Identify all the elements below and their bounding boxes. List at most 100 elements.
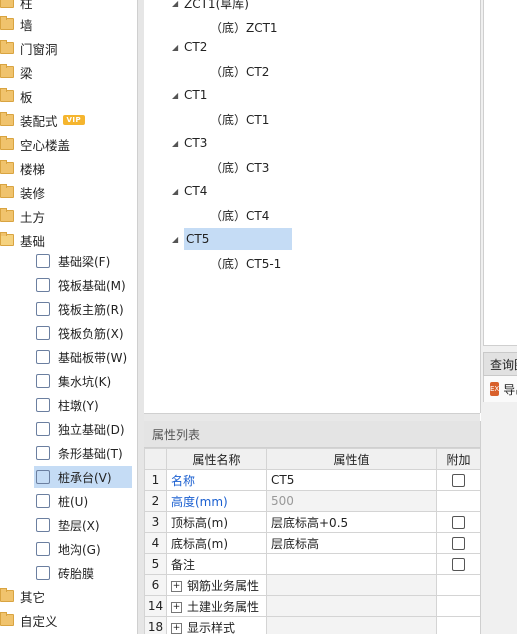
- foundation-item[interactable]: 柱墩(Y): [36, 394, 132, 416]
- expand-icon[interactable]: ◢: [172, 0, 184, 8]
- row-number: 5: [144, 553, 167, 575]
- pier-icon: [36, 398, 50, 412]
- nav-category-item[interactable]: 梁: [0, 62, 33, 82]
- property-value[interactable]: 500: [266, 490, 437, 512]
- property-row[interactable]: 14 + 土建业务属性: [144, 595, 480, 617]
- property-extra: [436, 574, 480, 596]
- nav-category-item[interactable]: 自定义: [0, 610, 58, 630]
- attach-checkbox[interactable]: [452, 516, 465, 529]
- foundation-item-label: 筏板基础(M): [58, 278, 126, 293]
- property-extra: [436, 553, 480, 575]
- folder-icon: [0, 0, 14, 8]
- tree-node[interactable]: ◢ CT4: [172, 180, 207, 202]
- isolated-footing-icon: [36, 422, 50, 436]
- property-name: 名称: [166, 469, 267, 491]
- nav-category-item[interactable]: 装修: [0, 182, 45, 202]
- property-row[interactable]: 4 底标高(m) 层底标高: [144, 532, 480, 554]
- expand-plus-icon[interactable]: +: [171, 580, 182, 592]
- property-value[interactable]: CT5: [266, 469, 437, 491]
- foundation-item-label: 桩(U): [58, 494, 89, 509]
- property-row[interactable]: 2 高度(mm) 500: [144, 490, 480, 512]
- foundation-item-label: 柱墩(Y): [58, 398, 99, 413]
- nav-category-item[interactable]: 板: [0, 86, 33, 106]
- tree-leaf[interactable]: （底）CT1: [210, 108, 269, 130]
- expand-plus-icon[interactable]: +: [171, 622, 182, 634]
- tree-node-label: CT2: [184, 40, 208, 54]
- property-value[interactable]: 层底标高: [266, 532, 437, 554]
- nav-splitter[interactable]: [137, 0, 144, 634]
- property-extra: [436, 469, 480, 491]
- property-row[interactable]: 3 顶标高(m) 层底标高+0.5: [144, 511, 480, 533]
- foundation-item[interactable]: 桩承台(V): [34, 466, 132, 488]
- property-row[interactable]: 18 + 显示样式: [144, 616, 480, 634]
- foundation-item[interactable]: 筏板负筋(X): [36, 322, 132, 344]
- excel-icon: EX: [490, 382, 500, 396]
- nav-category-item[interactable]: 装配式 VIP: [0, 110, 86, 130]
- property-panel-title: 属性列表: [144, 421, 480, 448]
- nav-category-item[interactable]: 墙: [0, 14, 33, 34]
- tree-leaf[interactable]: （底）ZCT1: [210, 16, 278, 38]
- property-row[interactable]: 1 名称 CT5: [144, 469, 480, 491]
- foundation-item[interactable]: 条形基础(T): [36, 442, 132, 464]
- property-row[interactable]: 6 + 钢筋业务属性: [144, 574, 480, 596]
- tree-node[interactable]: ◢ CT3: [172, 132, 207, 154]
- foundation-item-label: 地沟(G): [58, 542, 101, 557]
- expand-icon[interactable]: ◢: [172, 139, 184, 148]
- nav-category-item[interactable]: 空心楼盖: [0, 134, 70, 154]
- nav-category-item[interactable]: 柱: [0, 0, 33, 12]
- expand-icon[interactable]: ◢: [172, 187, 184, 196]
- group-label: 土建业务属性: [187, 599, 260, 614]
- property-value[interactable]: [266, 553, 437, 575]
- property-value[interactable]: [266, 616, 437, 634]
- attach-checkbox[interactable]: [452, 537, 465, 550]
- foundation-item[interactable]: 垫层(X): [36, 514, 132, 536]
- property-row[interactable]: 5 备注: [144, 553, 480, 575]
- nav-category-label: 柱: [20, 0, 33, 11]
- foundation-item[interactable]: 集水坑(K): [36, 370, 132, 392]
- nav-category-item[interactable]: 其它: [0, 586, 45, 606]
- beam-icon: [36, 254, 50, 268]
- attach-checkbox[interactable]: [452, 558, 465, 571]
- tree-leaf[interactable]: （底）CT2: [210, 60, 269, 82]
- strip-footing-icon: [36, 446, 50, 460]
- tree-leaf[interactable]: （底）CT5-1: [210, 252, 281, 274]
- attach-checkbox[interactable]: [452, 474, 465, 487]
- export-tool[interactable]: EX 导出: [483, 376, 517, 402]
- tree-node[interactable]: ◢ CT1: [172, 84, 207, 106]
- query-tab[interactable]: 查询图元: [483, 352, 517, 376]
- brick-mold-icon: [36, 566, 50, 580]
- foundation-item[interactable]: 基础梁(F): [36, 250, 132, 272]
- foundation-item[interactable]: 独立基础(D): [36, 418, 132, 440]
- header-extra: 附加: [436, 448, 480, 470]
- foundation-item[interactable]: 筏板主筋(R): [36, 298, 132, 320]
- cushion-icon: [36, 518, 50, 532]
- expand-icon[interactable]: ◢: [172, 91, 184, 100]
- tree-node[interactable]: ◢ ZCT1(阜库): [172, 0, 249, 14]
- nav-category-item[interactable]: 门窗洞: [0, 38, 58, 58]
- tree-node[interactable]: ◢ CT5: [172, 228, 292, 250]
- foundation-item-label: 桩承台(V): [58, 470, 112, 485]
- foundation-item-label: 独立基础(D): [58, 422, 125, 437]
- foundation-item[interactable]: 地沟(G): [36, 538, 132, 560]
- foundation-item[interactable]: 砖胎膜: [36, 562, 132, 584]
- nav-category-label: 空心楼盖: [20, 137, 71, 153]
- foundation-item[interactable]: 筏板基础(M): [36, 274, 132, 296]
- tree-node[interactable]: ◢ CT2: [172, 36, 207, 58]
- tree-leaf[interactable]: （底）CT4: [210, 204, 269, 226]
- foundation-item[interactable]: 基础板带(W): [36, 346, 132, 368]
- property-name: 底标高(m): [166, 532, 267, 554]
- property-value[interactable]: 层底标高+0.5: [266, 511, 437, 533]
- expand-icon[interactable]: ◢: [172, 235, 184, 244]
- property-value[interactable]: [266, 574, 437, 596]
- foundation-item[interactable]: 桩(U): [36, 490, 132, 512]
- property-value[interactable]: [266, 595, 437, 617]
- nav-category-item[interactable]: 土方: [0, 206, 45, 226]
- property-name: 备注: [166, 553, 267, 575]
- property-extra: [436, 490, 480, 512]
- expand-icon[interactable]: ◢: [172, 43, 184, 52]
- nav-category-item[interactable]: 基础: [0, 230, 45, 250]
- expand-plus-icon[interactable]: +: [171, 601, 182, 613]
- tree-leaf[interactable]: （底）CT3: [210, 156, 269, 178]
- neg-rebar-icon: [36, 326, 50, 340]
- nav-category-item[interactable]: 楼梯: [0, 158, 45, 178]
